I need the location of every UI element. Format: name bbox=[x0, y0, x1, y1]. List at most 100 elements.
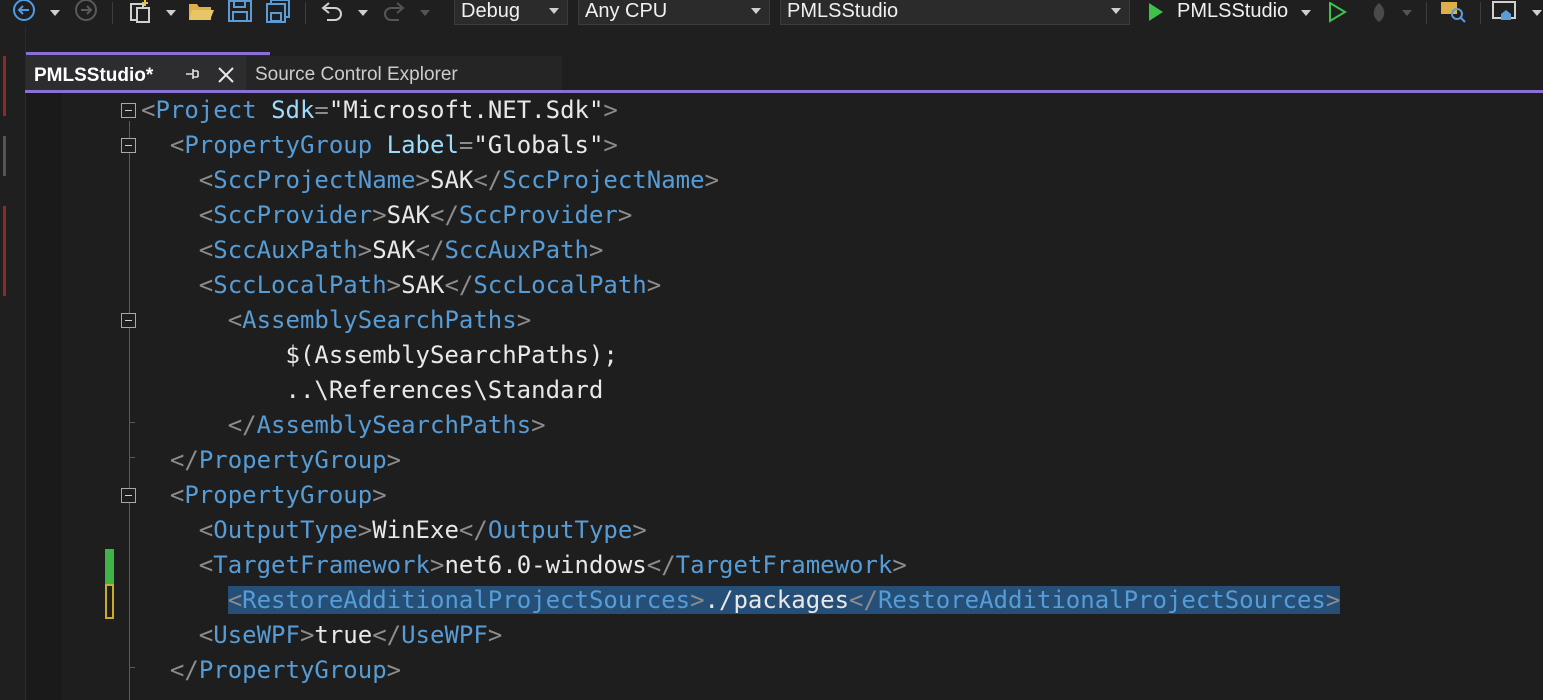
startup-project-combo[interactable]: PMLSStudio bbox=[780, 0, 1130, 25]
undo-caret-icon[interactable] bbox=[358, 0, 368, 26]
document-tab-bar: PMLSStudio* Source Control Explorer bbox=[25, 52, 1543, 92]
code-line[interactable]: </AssemblySearchPaths> bbox=[141, 408, 546, 443]
region-end-tick bbox=[129, 422, 135, 423]
code-line[interactable]: <Project Sdk="Microsoft.NET.Sdk"> bbox=[141, 93, 618, 128]
start-without-debugging-icon[interactable] bbox=[1324, 0, 1350, 26]
code-token: </ bbox=[415, 236, 445, 264]
start-icon[interactable] bbox=[1144, 0, 1168, 26]
solution-platform-value: Any CPU bbox=[585, 0, 668, 22]
undo-icon[interactable] bbox=[316, 0, 346, 26]
code-line[interactable]: <SccAuxPath>SAK</SccAuxPath> bbox=[141, 233, 604, 268]
redo-caret-icon[interactable] bbox=[420, 0, 430, 26]
solution-configuration-combo[interactable]: Debug bbox=[454, 0, 568, 25]
code-token: </ bbox=[372, 621, 402, 649]
code-token: </ bbox=[169, 656, 199, 684]
region-end-tick bbox=[129, 667, 135, 668]
code-token: SccLocalPath bbox=[473, 271, 647, 299]
back-dropdown-caret-icon[interactable] bbox=[50, 0, 60, 26]
code-token: SccLocalPath bbox=[213, 271, 387, 299]
collapse-region-icon[interactable] bbox=[121, 138, 136, 153]
hot-reload-icon[interactable] bbox=[1364, 0, 1394, 26]
code-token: < bbox=[227, 306, 243, 334]
code-token: </ bbox=[646, 551, 676, 579]
chevron-down-icon bbox=[549, 8, 559, 14]
code-token: < bbox=[198, 236, 214, 264]
code-line[interactable]: <SccLocalPath>SAK</SccLocalPath> bbox=[141, 268, 661, 303]
code-token: </ bbox=[849, 586, 878, 614]
close-icon[interactable] bbox=[215, 64, 237, 86]
code-token: > bbox=[386, 446, 402, 474]
code-token: SAK bbox=[401, 271, 445, 299]
collapse-region-icon[interactable] bbox=[121, 103, 136, 118]
code-line[interactable]: <AssemblySearchPaths> bbox=[141, 303, 531, 338]
new-project-icon[interactable] bbox=[126, 0, 156, 26]
save-icon[interactable] bbox=[225, 0, 255, 26]
code-token: AssemblySearchPaths bbox=[256, 411, 532, 439]
code-token: > bbox=[430, 551, 445, 579]
code-token: > bbox=[646, 271, 662, 299]
hot-reload-caret-icon[interactable] bbox=[1402, 0, 1412, 26]
collapse-region-icon[interactable] bbox=[121, 488, 136, 503]
code-token: </ bbox=[430, 201, 459, 229]
code-line[interactable]: <OutputType>WinExe</OutputType> bbox=[141, 513, 647, 548]
code-token: WinExe bbox=[372, 516, 459, 544]
code-line[interactable]: <SccProvider>SAK</SccProvider> bbox=[141, 198, 633, 233]
start-caret-icon[interactable] bbox=[1301, 0, 1311, 26]
vertical-tool-tab[interactable] bbox=[3, 136, 6, 176]
code-token: OutputType bbox=[213, 516, 358, 544]
code-token: SccAuxPath bbox=[213, 236, 358, 264]
open-folder-icon[interactable] bbox=[186, 0, 216, 26]
code-token: ./packages bbox=[704, 586, 850, 614]
code-token: UseWPF bbox=[401, 621, 488, 649]
tab-pmlsstudio[interactable]: PMLSStudio* bbox=[26, 52, 270, 92]
code-token: </ bbox=[458, 516, 488, 544]
start-debugging-label[interactable]: PMLSStudio bbox=[1177, 0, 1288, 25]
forward-icon[interactable] bbox=[72, 0, 100, 26]
collapse-region-icon[interactable] bbox=[121, 313, 136, 328]
layout-icon[interactable] bbox=[1490, 0, 1520, 26]
solution-platform-combo[interactable]: Any CPU bbox=[578, 0, 770, 25]
code-editor[interactable]: <Project Sdk="Microsoft.NET.Sdk"> <Prope… bbox=[26, 93, 1543, 700]
code-token: OutputType bbox=[487, 516, 633, 544]
code-line[interactable]: <PropertyGroup Label="Globals"> bbox=[141, 128, 618, 163]
code-token: > bbox=[299, 621, 315, 649]
code-line[interactable]: ..\References\Standard bbox=[141, 373, 603, 408]
code-token: </ bbox=[227, 411, 257, 439]
code-line[interactable]: $(AssemblySearchPaths); bbox=[141, 338, 617, 373]
vertical-tool-tab[interactable] bbox=[3, 56, 6, 116]
code-token: > bbox=[617, 201, 633, 229]
code-token: > bbox=[372, 481, 387, 509]
overflow-caret-icon[interactable] bbox=[1532, 0, 1542, 26]
code-token: > bbox=[415, 166, 430, 194]
code-line[interactable]: <TargetFramework>net6.0-windows</TargetF… bbox=[141, 548, 907, 583]
back-icon[interactable] bbox=[10, 0, 38, 26]
code-token: true bbox=[314, 621, 373, 649]
redo-icon[interactable] bbox=[380, 0, 410, 26]
save-all-icon[interactable] bbox=[263, 0, 293, 26]
new-project-caret-icon[interactable] bbox=[166, 0, 176, 26]
code-token: > bbox=[632, 516, 647, 544]
search-files-icon[interactable] bbox=[1438, 0, 1468, 26]
code-token: RestoreAdditionalProjectSources bbox=[242, 586, 691, 614]
tab-source-control-explorer[interactable]: Source Control Explorer bbox=[246, 56, 562, 90]
code-line[interactable]: </PropertyGroup> bbox=[141, 653, 401, 688]
code-line[interactable]: <PropertyGroup> bbox=[141, 478, 387, 513]
code-token: > bbox=[372, 201, 387, 229]
code-line[interactable]: <RestoreAdditionalProjectSources>./packa… bbox=[141, 583, 1341, 618]
code-token: TargetFramework bbox=[213, 551, 430, 579]
code-token: < bbox=[198, 621, 214, 649]
code-line[interactable]: </PropertyGroup> bbox=[141, 443, 401, 478]
vertical-tool-tab[interactable] bbox=[3, 206, 6, 296]
code-token: Project bbox=[155, 96, 257, 124]
pin-icon[interactable] bbox=[182, 64, 202, 84]
code-token: </ bbox=[169, 446, 199, 474]
code-line[interactable]: <SccProjectName>SAK</SccProjectName> bbox=[141, 163, 719, 198]
code-line[interactable]: <UseWPF>true</UseWPF> bbox=[141, 618, 502, 653]
code-token: "Microsoft.NET.Sdk" bbox=[328, 96, 604, 124]
